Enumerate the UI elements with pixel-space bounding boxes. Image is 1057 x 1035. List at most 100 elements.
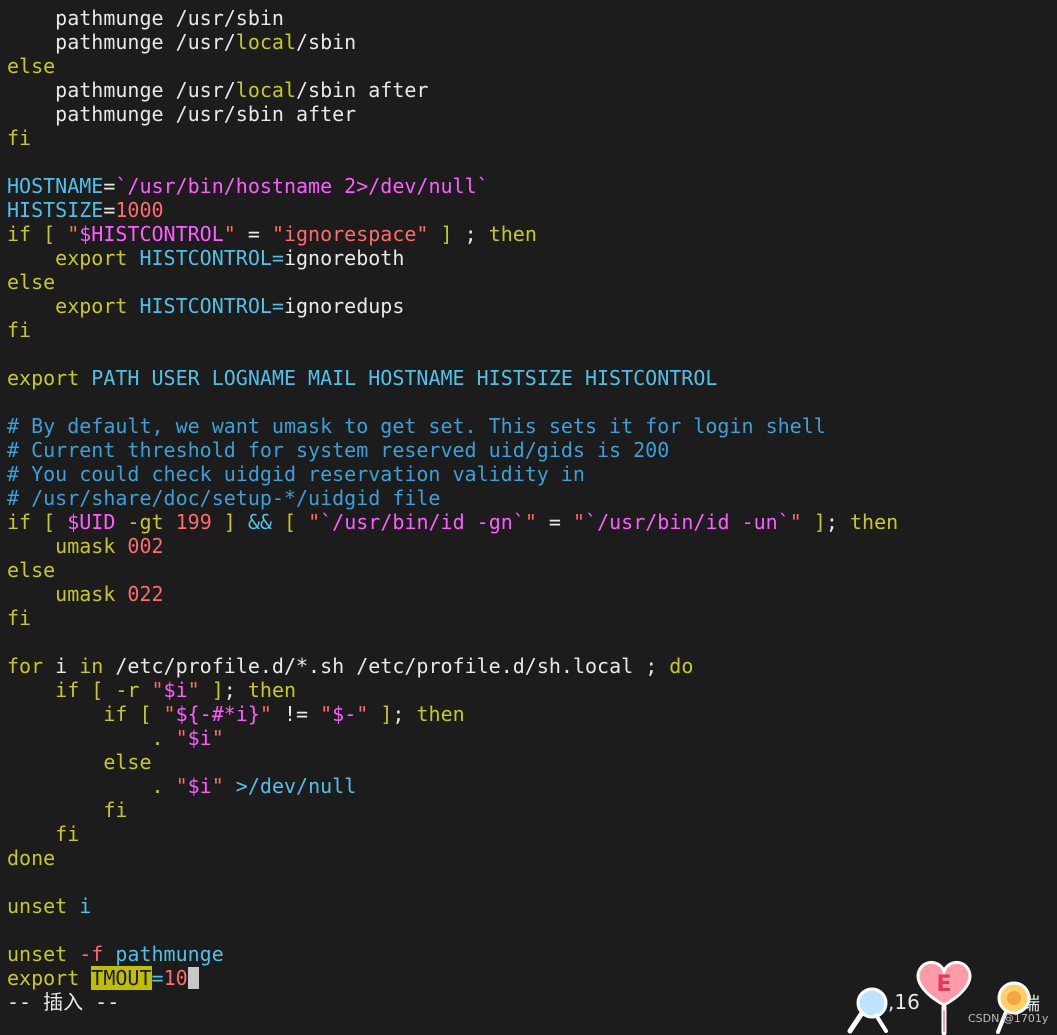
code-token: " (308, 510, 321, 534)
cake-sticker (996, 981, 1031, 1034)
code-token: 1000 (115, 198, 164, 222)
code-token: HISTCONTROL (139, 294, 272, 318)
code-token: if (7, 222, 32, 246)
code-token: pathmunge /usr/sbin after (7, 102, 357, 126)
code-token: # /usr/share/doc/setup-*/uidgid file (7, 486, 441, 510)
code-token: . (7, 726, 176, 750)
code-line: export PATH USER LOGNAME MAIL HOSTNAME H… (7, 366, 1057, 390)
code-line: else (7, 270, 1057, 294)
vim-mode-indicator: -- 插入 -- (7, 990, 120, 1014)
code-token: " (320, 702, 333, 726)
code-token: else (7, 750, 152, 774)
code-line: if [ "$HISTCONTROL" = "ignorespace" ] ; … (7, 222, 1057, 246)
code-line: export HISTCONTROL=ignoreboth (7, 246, 1057, 270)
vim-editor[interactable]: pathmunge /usr/sbin pathmunge /usr/local… (7, 6, 1057, 990)
code-token: 199 (175, 510, 212, 534)
code-token: $i (187, 774, 212, 798)
code-token: " (573, 510, 586, 534)
code-token: ; (825, 510, 850, 534)
code-token: " (163, 702, 176, 726)
code-token: then (849, 510, 899, 534)
code-token: ignoreboth (283, 246, 405, 270)
code-token: pathmunge /usr/ (7, 30, 236, 54)
code-token: fi (7, 126, 32, 150)
code-line: unset -f pathmunge (7, 942, 1057, 966)
code-token: umask (7, 582, 128, 606)
code-token: then (416, 702, 465, 726)
code-token: `/usr/bin/id -un` (585, 510, 790, 534)
code-line: if [ "${-#*i}" != "$-" ]; then (7, 702, 1057, 726)
code-token: i (43, 654, 80, 678)
code-line: export HISTCONTROL=ignoredups (7, 294, 1057, 318)
code-token: = (103, 174, 116, 198)
code-token: HISTCONTROL (139, 246, 272, 270)
code-token: else (7, 270, 56, 294)
text-cursor (187, 967, 199, 989)
code-token: if (7, 678, 80, 702)
heart-e-sticker: E (916, 961, 972, 1035)
code-token: TMOUT (91, 966, 152, 990)
code-token: local (235, 78, 296, 102)
code-token: [ (31, 222, 68, 246)
code-line: HISTSIZE=1000 (7, 198, 1057, 222)
code-line: . "$i" >/dev/null (7, 774, 1057, 798)
code-token: unset (7, 894, 80, 918)
code-token: [ (271, 510, 309, 534)
code-line: done (7, 846, 1057, 870)
code-token: fi (7, 318, 32, 342)
code-line: else (7, 54, 1057, 78)
code-line: . "$i" (7, 726, 1057, 750)
code-token: $i (187, 726, 212, 750)
code-token: $- (332, 702, 357, 726)
code-token: `/usr/bin/hostname 2>/dev/null` (115, 174, 489, 198)
code-token: ] (199, 678, 224, 702)
csdn-watermark: CSDN @1701y (968, 1012, 1049, 1025)
code-token: unset (7, 942, 80, 966)
code-token: 10 (163, 966, 188, 990)
code-line: fi (7, 126, 1057, 150)
code-token: fi (7, 798, 128, 822)
code-token: != (271, 702, 321, 726)
code-token: " (259, 702, 272, 726)
code-line: fi (7, 822, 1057, 846)
code-token: export (7, 246, 140, 270)
code-token: [ (127, 702, 164, 726)
code-line: fi (7, 798, 1057, 822)
code-token: 002 (127, 534, 164, 558)
code-token: " (67, 222, 80, 246)
code-token: = (271, 294, 284, 318)
code-token: for (7, 654, 44, 678)
code-token: else (7, 54, 56, 78)
code-token: = (536, 510, 573, 534)
code-token: /etc/profile.d/*.sh /etc/profile.d/sh.lo… (103, 654, 670, 678)
code-token: " (524, 510, 537, 534)
code-line: fi (7, 606, 1057, 630)
code-line: HOSTNAME=`/usr/bin/hostname 2>/dev/null` (7, 174, 1057, 198)
code-token: i (79, 894, 92, 918)
code-token: PATH USER LOGNAME MAIL HOSTNAME HISTSIZE… (91, 366, 718, 390)
code-token: ] (368, 702, 393, 726)
code-token: && (247, 510, 272, 534)
code-token: ] (801, 510, 826, 534)
code-line: pathmunge /usr/local/sbin after (7, 78, 1057, 102)
code-token: HISTSIZE (7, 198, 104, 222)
code-line: # You could check uidgid reservation val… (7, 462, 1057, 486)
code-token: fi (7, 822, 80, 846)
code-token: " (211, 726, 224, 750)
code-line: umask 022 (7, 582, 1057, 606)
code-token: ] (211, 510, 248, 534)
code-token: umask (7, 534, 128, 558)
code-token: done (7, 846, 56, 870)
code-token: ; (392, 702, 417, 726)
code-token: " (175, 726, 188, 750)
code-token: 022 (127, 582, 164, 606)
code-token: # You could check uidgid reservation val… (7, 462, 585, 486)
code-token: " (356, 702, 369, 726)
code-token: "ignorespace" (271, 222, 429, 246)
code-token: $UID (67, 510, 116, 534)
code-token: export (7, 966, 92, 990)
